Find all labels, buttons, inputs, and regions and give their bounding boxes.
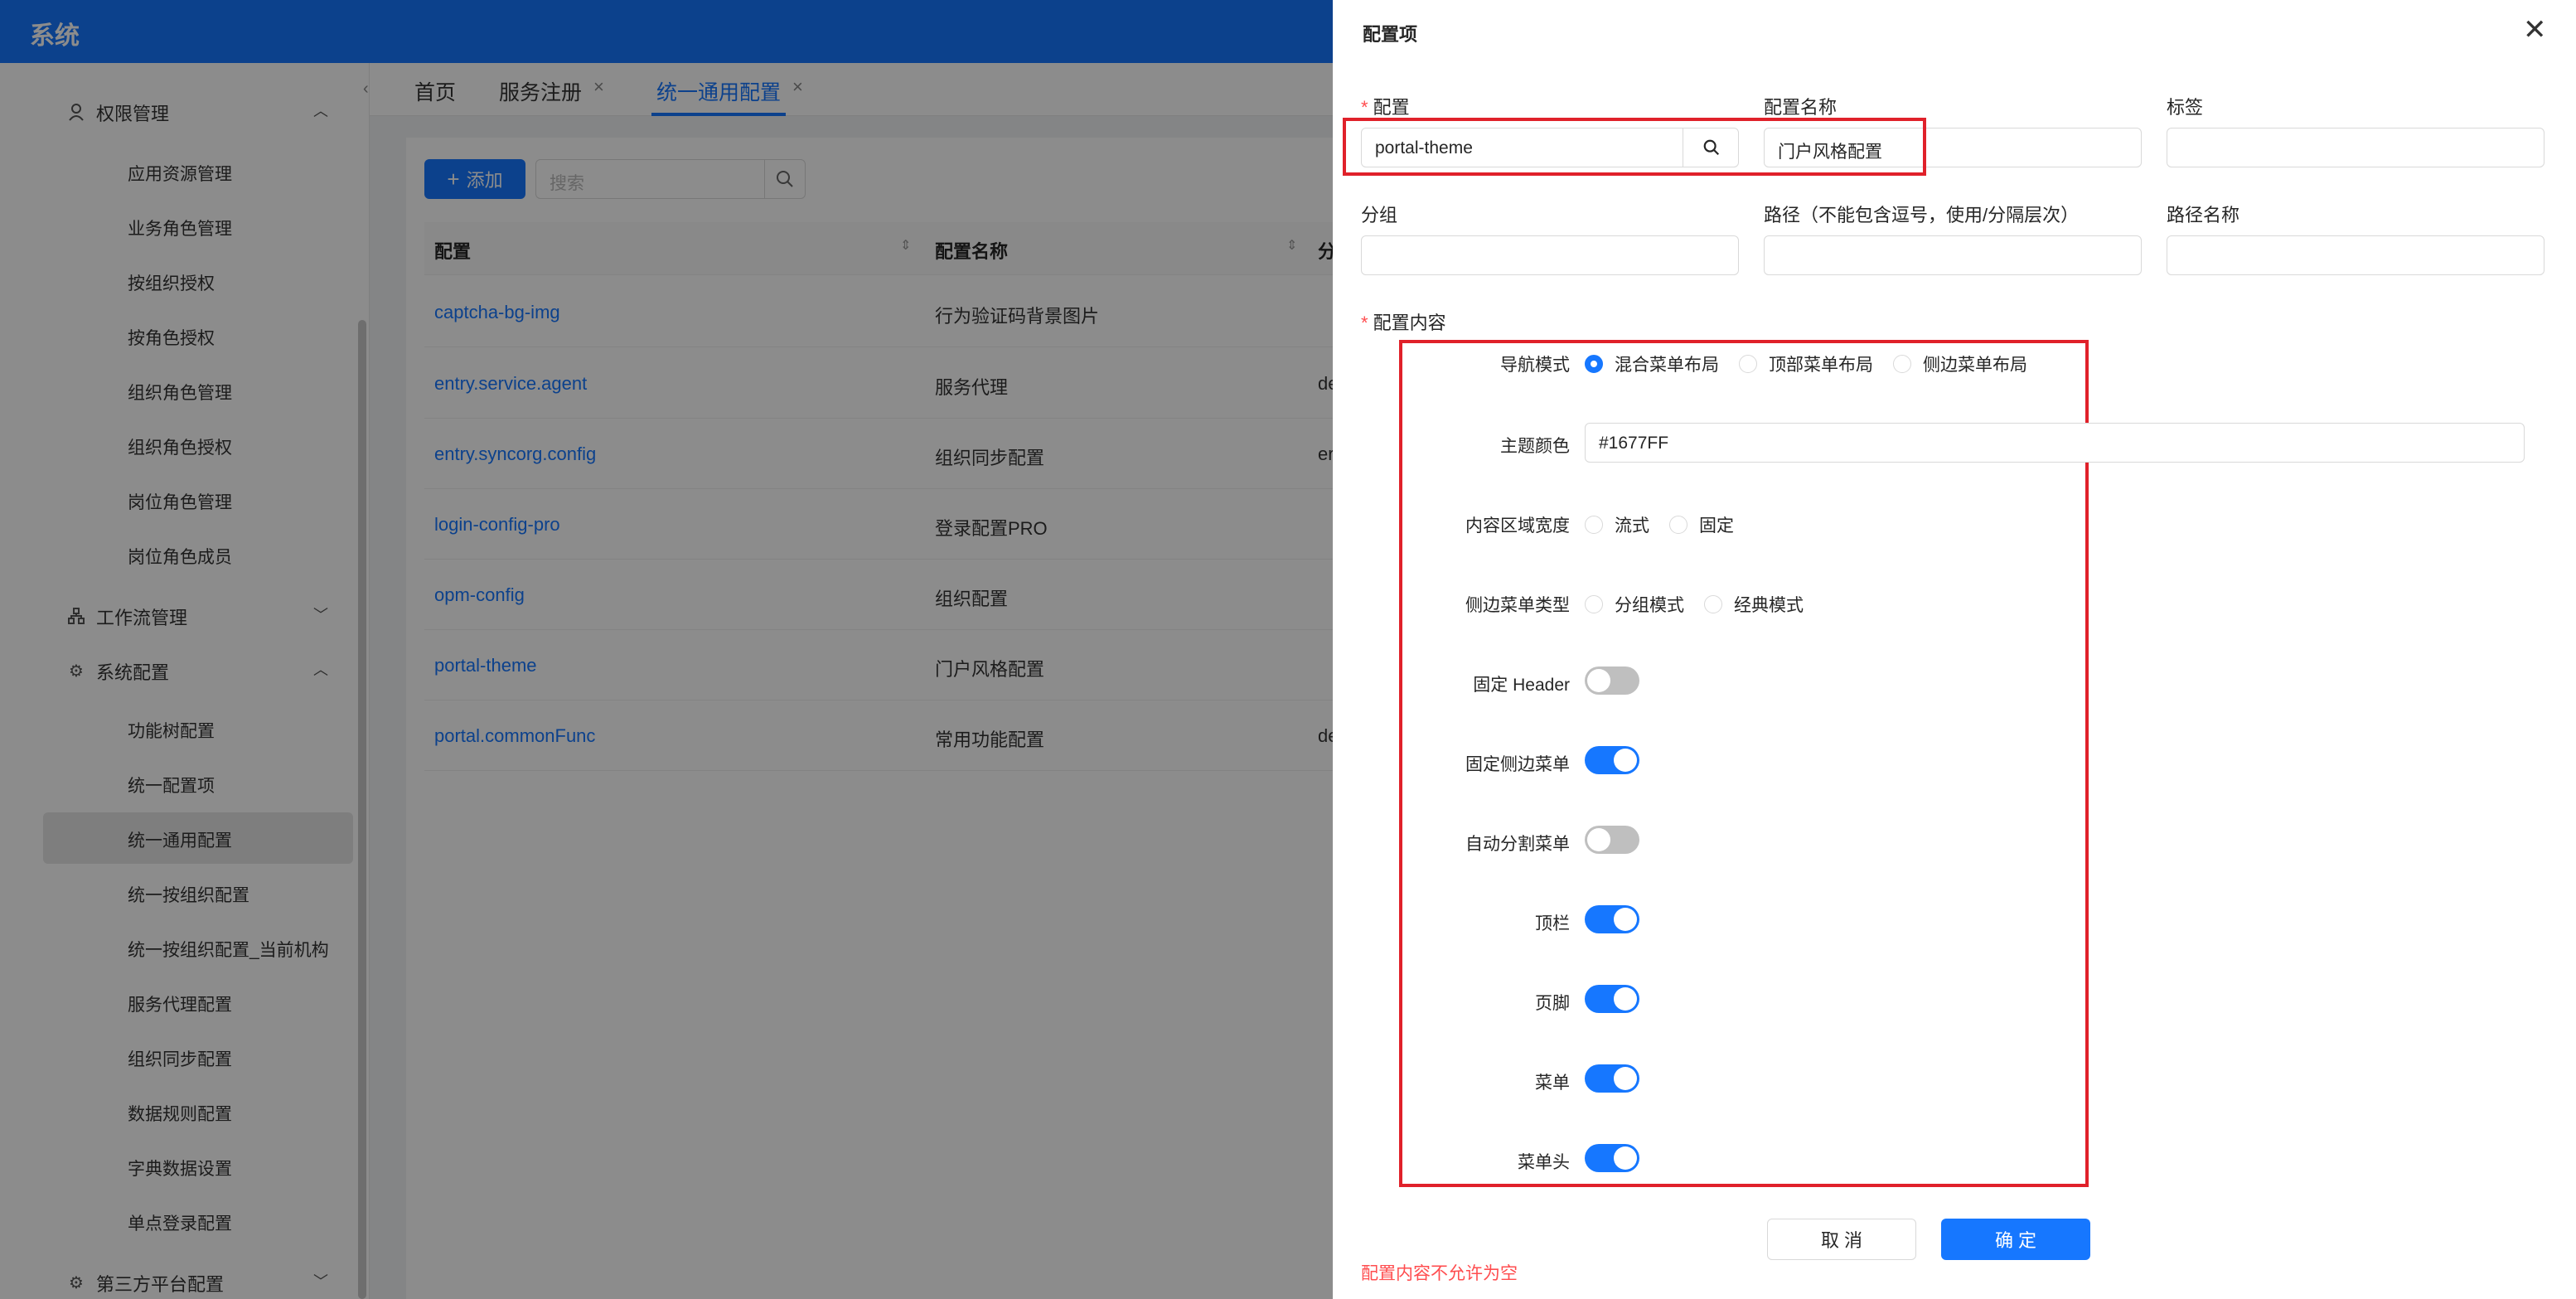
radio-label: 混合菜单布局 (1615, 356, 1719, 375)
radio-label: 流式 (1615, 516, 1649, 536)
confirm-button[interactable]: 确 定 (1941, 1219, 2090, 1260)
theme-color-label: 主题颜色 (1500, 437, 1570, 456)
radio-group-mode[interactable]: 分组模式 (1585, 592, 1684, 617)
drawer-title: 配置项 (1363, 24, 1418, 45)
radio-fluid[interactable]: 流式 (1585, 512, 1649, 537)
switch-knob (1614, 1146, 1637, 1170)
menu-label: 菜单 (1535, 1074, 1570, 1093)
auto-split-menu-label: 自动分割菜单 (1465, 835, 1570, 854)
footer-label: 页脚 (1535, 994, 1570, 1013)
switch-knob (1614, 987, 1637, 1011)
nav-mode-label: 导航模式 (1500, 356, 1570, 375)
radio-dot (1893, 355, 1911, 373)
content-width-label: 内容区域宽度 (1465, 516, 1570, 536)
radio-dot (1704, 595, 1722, 613)
side-menu-type-label: 侧边菜单类型 (1465, 596, 1570, 615)
highlight-box (1343, 118, 1926, 176)
config-label: * 配置 (1361, 97, 1410, 118)
radio-label: 顶部菜单布局 (1769, 356, 1873, 375)
radio-mixed-layout[interactable]: 混合菜单布局 (1585, 351, 1719, 376)
close-icon[interactable]: ✕ (2523, 13, 2547, 46)
group-input[interactable] (1361, 235, 1739, 275)
config-name-label: 配置名称 (1764, 97, 1838, 118)
path-label: 路径（不能包含逗号，使用/分隔层次） (1764, 205, 2080, 225)
footer-switch[interactable] (1585, 985, 1639, 1013)
content-label: * 配置内容 (1361, 313, 1446, 333)
fixed-sidebar-label: 固定侧边菜单 (1465, 755, 1570, 774)
radio-fixed[interactable]: 固定 (1669, 512, 1734, 537)
radio-classic-mode[interactable]: 经典模式 (1704, 592, 1804, 617)
tag-input[interactable] (2167, 128, 2545, 167)
cancel-button[interactable]: 取 消 (1767, 1219, 1916, 1260)
radio-label: 侧边菜单布局 (1923, 356, 2027, 375)
radio-dot (1739, 355, 1757, 373)
radio-dot (1585, 595, 1603, 613)
validation-error: 配置内容不允许为空 (1361, 1264, 1518, 1283)
radio-dot (1585, 355, 1603, 373)
path-input[interactable] (1764, 235, 2142, 275)
top-bar-label: 顶栏 (1535, 914, 1570, 933)
auto-split-menu-switch[interactable] (1585, 826, 1639, 854)
switch-knob (1614, 908, 1637, 931)
radio-label: 固定 (1699, 516, 1734, 536)
fixed-header-label: 固定 Header (1473, 676, 1570, 695)
menu-header-switch[interactable] (1585, 1144, 1639, 1172)
radio-dot (1669, 516, 1687, 534)
fixed-header-switch[interactable] (1585, 666, 1639, 695)
menu-switch[interactable] (1585, 1064, 1639, 1093)
group-label: 分组 (1361, 205, 1398, 225)
switch-knob (1587, 828, 1610, 851)
path-name-input[interactable] (2167, 235, 2545, 275)
switch-knob (1587, 669, 1610, 692)
menu-header-label: 菜单头 (1518, 1153, 1570, 1172)
switch-knob (1614, 749, 1637, 772)
fixed-sidebar-switch[interactable] (1585, 746, 1639, 774)
radio-label: 分组模式 (1615, 596, 1684, 615)
radio-top-layout[interactable]: 顶部菜单布局 (1739, 351, 1873, 376)
radio-label: 经典模式 (1734, 596, 1804, 615)
switch-knob (1614, 1067, 1637, 1090)
radio-dot (1585, 516, 1603, 534)
radio-side-layout[interactable]: 侧边菜单布局 (1893, 351, 2027, 376)
tag-label: 标签 (2167, 97, 2204, 118)
path-name-label: 路径名称 (2167, 205, 2240, 225)
theme-color-input[interactable]: #1677FF (1585, 423, 2525, 463)
modal-mask[interactable] (0, 0, 1333, 1299)
top-bar-switch[interactable] (1585, 905, 1639, 933)
